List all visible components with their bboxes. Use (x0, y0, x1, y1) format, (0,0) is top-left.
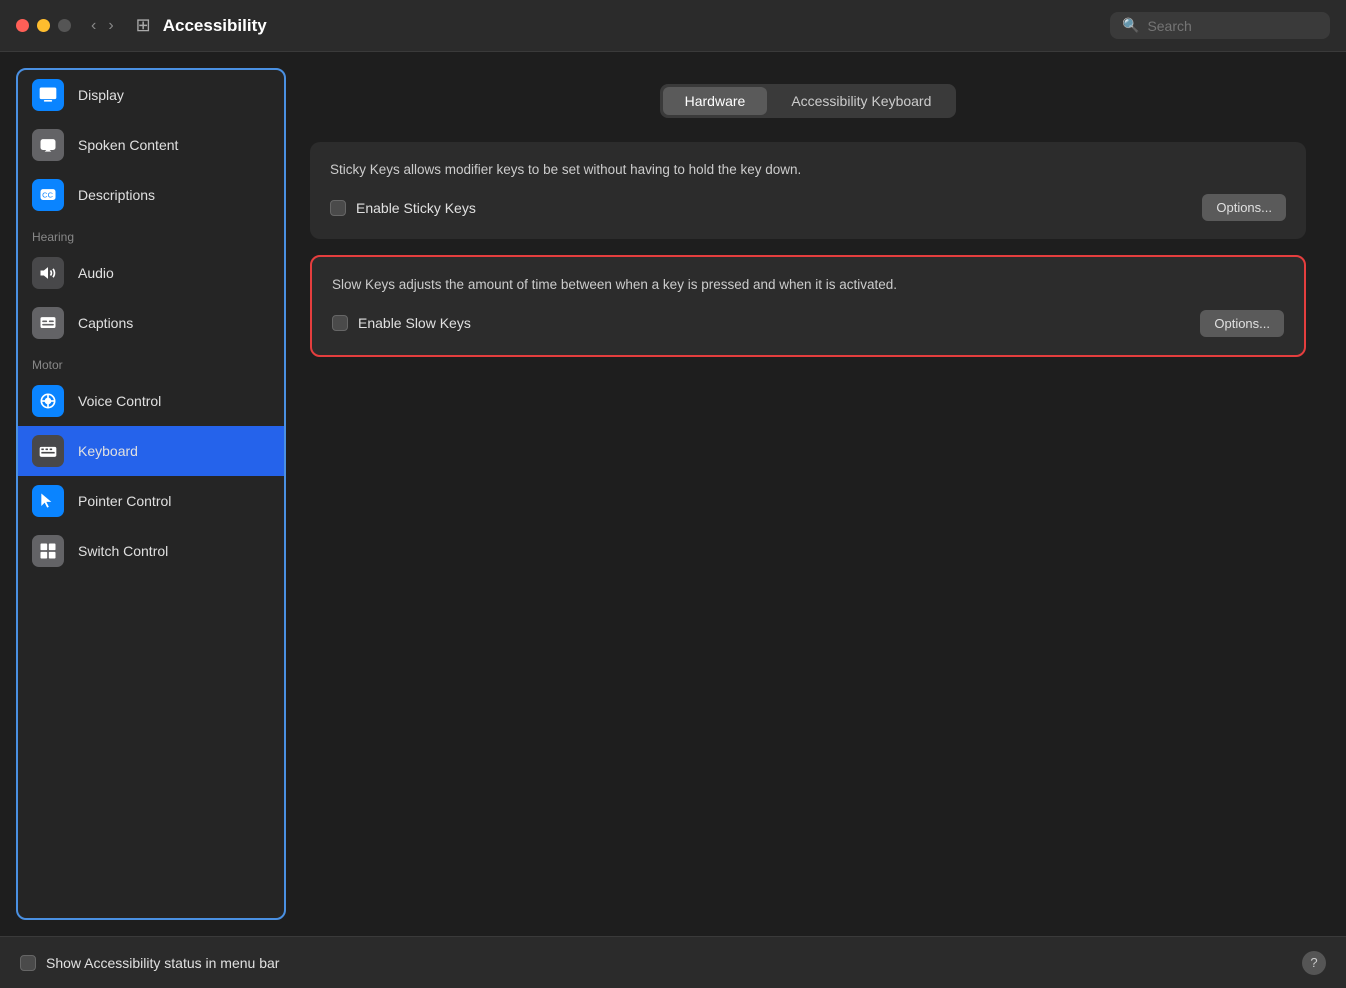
sidebar-label-spoken-content: Spoken Content (78, 137, 178, 153)
window-title: Accessibility (163, 16, 1098, 36)
sidebar-label-captions: Captions (78, 315, 133, 331)
back-button[interactable]: ‹ (87, 15, 100, 37)
audio-icon (32, 257, 64, 289)
sidebar-label-voice-control: Voice Control (78, 393, 161, 409)
slow-keys-checkbox-row: Enable Slow Keys (332, 315, 471, 331)
slow-keys-checkbox[interactable] (332, 315, 348, 331)
slow-keys-description: Slow Keys adjusts the amount of time bet… (332, 275, 1284, 295)
sticky-keys-row: Enable Sticky Keys Options... (330, 194, 1286, 221)
sticky-keys-checkbox[interactable] (330, 200, 346, 216)
sidebar-label-switch-control: Switch Control (78, 543, 168, 559)
content-area: Hardware Accessibility Keyboard Sticky K… (286, 68, 1330, 920)
minimize-button[interactable] (37, 19, 50, 32)
show-status-label: Show Accessibility status in menu bar (46, 955, 279, 971)
descriptions-icon: CC (32, 179, 64, 211)
close-button[interactable] (16, 19, 29, 32)
voice-control-icon (32, 385, 64, 417)
sidebar-label-descriptions: Descriptions (78, 187, 155, 203)
slow-keys-label: Enable Slow Keys (358, 315, 471, 331)
sticky-keys-section: Sticky Keys allows modifier keys to be s… (310, 142, 1306, 239)
search-input[interactable] (1147, 18, 1318, 34)
nav-arrows: ‹ › (87, 15, 118, 37)
slow-keys-row: Enable Slow Keys Options... (332, 310, 1284, 337)
traffic-lights (16, 19, 71, 32)
sidebar-section-hearing: Hearing (18, 220, 284, 248)
sidebar-item-spoken-content[interactable]: Spoken Content (18, 120, 284, 170)
sidebar-item-descriptions[interactable]: CC Descriptions (18, 170, 284, 220)
slow-keys-section: Slow Keys adjusts the amount of time bet… (310, 255, 1306, 356)
sidebar-item-audio[interactable]: Audio (18, 248, 284, 298)
show-status-row: Show Accessibility status in menu bar (20, 955, 279, 971)
sidebar: Display Spoken Content CC Descriptions H… (16, 68, 286, 920)
sidebar-item-keyboard[interactable]: Keyboard (18, 426, 284, 476)
search-bar[interactable]: 🔍 (1110, 12, 1330, 39)
sticky-keys-checkbox-row: Enable Sticky Keys (330, 200, 476, 216)
sidebar-item-pointer-control[interactable]: Pointer Control (18, 476, 284, 526)
show-status-checkbox[interactable] (20, 955, 36, 971)
slow-keys-options-button[interactable]: Options... (1200, 310, 1284, 337)
sidebar-item-captions[interactable]: Captions (18, 298, 284, 348)
sidebar-section-motor: Motor (18, 348, 284, 376)
maximize-button[interactable] (58, 19, 71, 32)
sidebar-label-pointer-control: Pointer Control (78, 493, 171, 509)
titlebar: ‹ › ⊞ Accessibility 🔍 (0, 0, 1346, 52)
keyboard-icon (32, 435, 64, 467)
spoken-content-icon (32, 129, 64, 161)
search-icon: 🔍 (1122, 17, 1139, 34)
sticky-keys-options-button[interactable]: Options... (1202, 194, 1286, 221)
main-layout: Display Spoken Content CC Descriptions H… (0, 52, 1346, 936)
tab-accessibility-keyboard[interactable]: Accessibility Keyboard (769, 87, 953, 115)
captions-icon (32, 307, 64, 339)
svg-text:CC: CC (42, 191, 53, 200)
pointer-control-icon (32, 485, 64, 517)
sticky-keys-label: Enable Sticky Keys (356, 200, 476, 216)
tab-bar: Hardware Accessibility Keyboard (310, 84, 1306, 118)
sidebar-label-display: Display (78, 87, 124, 103)
grid-icon: ⊞ (136, 15, 151, 36)
display-icon (32, 79, 64, 111)
sidebar-item-display[interactable]: Display (18, 70, 284, 120)
tab-group: Hardware Accessibility Keyboard (660, 84, 957, 118)
tab-hardware[interactable]: Hardware (663, 87, 768, 115)
help-button[interactable]: ? (1302, 951, 1326, 975)
sidebar-label-keyboard: Keyboard (78, 443, 138, 459)
switch-control-icon (32, 535, 64, 567)
sidebar-item-switch-control[interactable]: Switch Control (18, 526, 284, 576)
forward-button[interactable]: › (104, 15, 117, 37)
sidebar-item-voice-control[interactable]: Voice Control (18, 376, 284, 426)
sticky-keys-description: Sticky Keys allows modifier keys to be s… (330, 160, 1286, 180)
bottom-bar: Show Accessibility status in menu bar ? (0, 936, 1346, 988)
sidebar-label-audio: Audio (78, 265, 114, 281)
